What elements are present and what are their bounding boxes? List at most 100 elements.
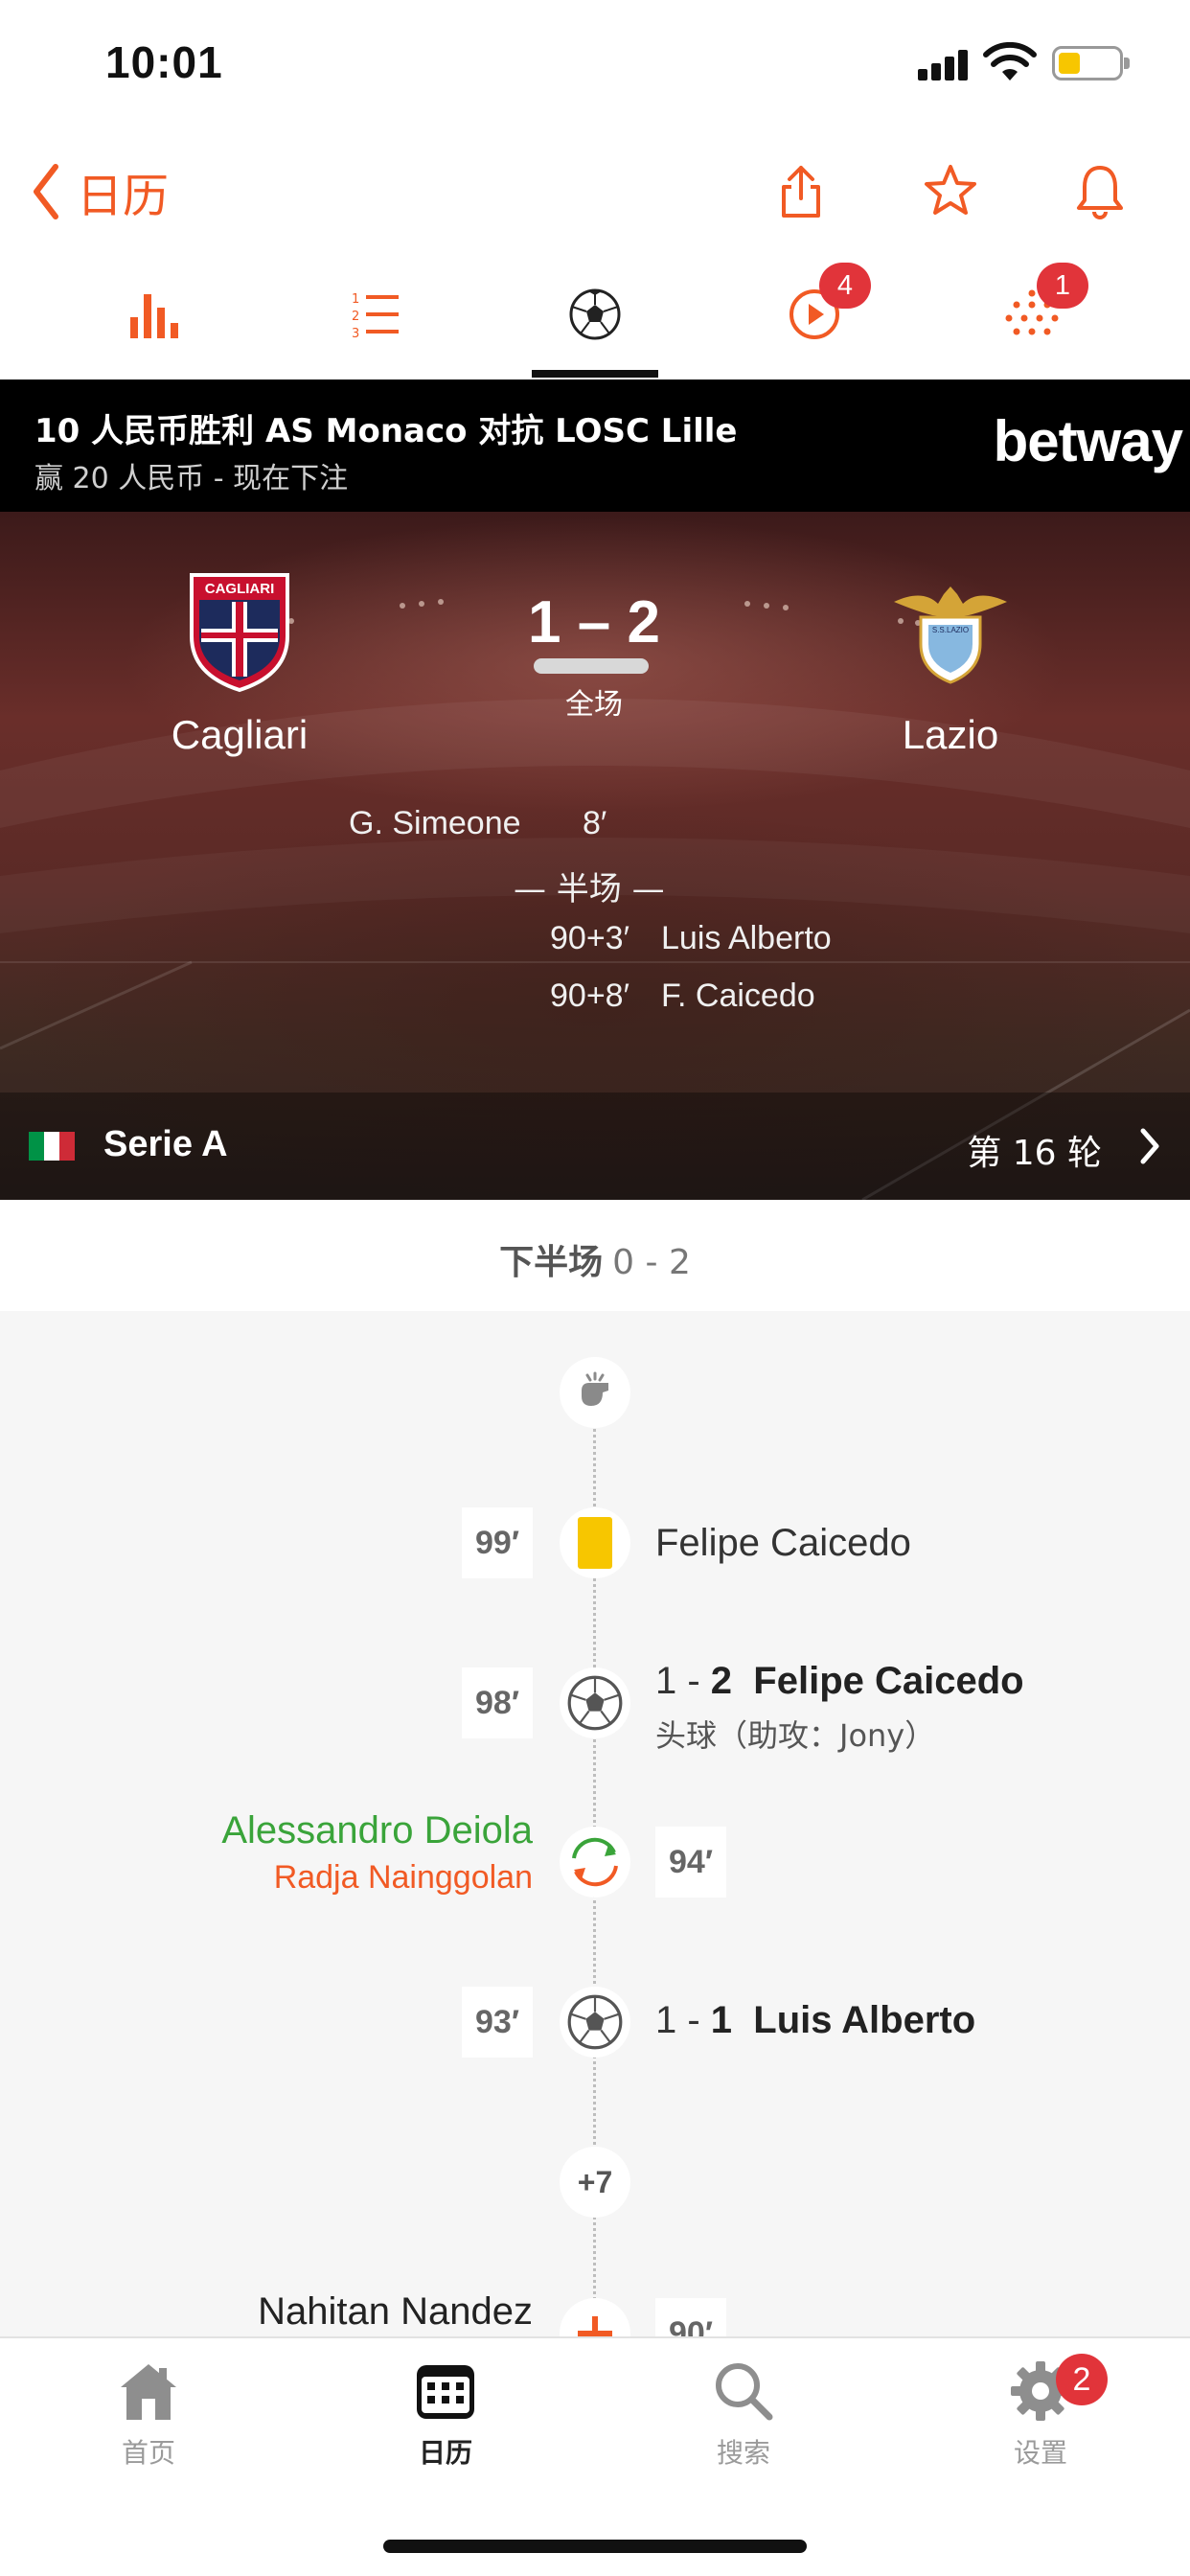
period-score: 0 - 2 bbox=[612, 1243, 691, 1282]
event-minute: 99′ bbox=[462, 1507, 533, 1578]
partial-event-player[interactable]: Nahitan Nandez bbox=[258, 2290, 533, 2334]
bottom-tab-settings[interactable]: 设置 2 bbox=[964, 2354, 1117, 2471]
favorite-button[interactable] bbox=[914, 154, 987, 227]
status-time: 10:01 bbox=[105, 37, 223, 87]
away-goal-1-scorer: Luis Alberto bbox=[661, 920, 832, 956]
period-label: 下半场 bbox=[499, 1243, 604, 1282]
calendar-icon bbox=[417, 2365, 474, 2419]
home-team-name: Cagliari bbox=[171, 712, 309, 757]
bottom-tab-search[interactable]: 搜索 bbox=[667, 2358, 820, 2471]
betway-logo: betway bbox=[993, 409, 1183, 473]
stats-tab[interactable] bbox=[94, 249, 218, 380]
goal-1-line[interactable]: 1 - 1 Luis Alberto bbox=[655, 1999, 975, 2042]
home-goal-scorer: G. Simeone bbox=[349, 805, 521, 841]
home-team[interactable]: CAGLIARI Cagliari bbox=[96, 569, 383, 758]
substitution-icon bbox=[578, 2316, 612, 2336]
period-header: 下半场 0 - 2 bbox=[0, 1200, 1190, 1311]
round-label: 第 16 轮 bbox=[967, 1134, 1102, 1173]
goal-2-score-home: 1 - bbox=[655, 1660, 711, 1702]
standings-tab[interactable]: 1 2 3 bbox=[313, 249, 438, 380]
goal-node bbox=[560, 1668, 630, 1738]
goal-node bbox=[560, 1987, 630, 2058]
soccer-ball-icon bbox=[567, 1994, 623, 2050]
share-button[interactable] bbox=[765, 154, 837, 227]
notifications-button[interactable] bbox=[1064, 154, 1136, 227]
cellular-signal-icon bbox=[918, 48, 970, 80]
lineup-badge: 1 bbox=[1037, 263, 1088, 309]
lineup-tab[interactable]: 1 bbox=[970, 249, 1094, 380]
star-icon bbox=[925, 165, 976, 215]
yellow-card-player[interactable]: Felipe Caicedo bbox=[655, 1522, 911, 1565]
cagliari-crest-icon: CAGLIARI bbox=[190, 573, 289, 693]
away-team-name: Lazio bbox=[902, 712, 999, 757]
wifi-icon bbox=[983, 42, 1037, 80]
match-tab[interactable] bbox=[533, 249, 657, 380]
away-team[interactable]: S.S.LAZIO Lazio bbox=[807, 569, 1094, 758]
active-tab-indicator bbox=[532, 370, 658, 378]
goal-1-scorer: Luis Alberto bbox=[753, 1999, 976, 2041]
goal-2-scorer: Felipe Caicedo bbox=[753, 1660, 1024, 1702]
soccer-ball-icon bbox=[569, 288, 621, 340]
match-header: CAGLIARI Cagliari 1 – 2 全场 S.S.LAZIO Laz… bbox=[0, 512, 1190, 1200]
match-status: 全场 bbox=[565, 688, 623, 722]
video-tab[interactable]: 4 bbox=[752, 249, 877, 380]
home-indicator bbox=[383, 2540, 807, 2553]
show-more-events-button[interactable]: +7 bbox=[560, 2147, 630, 2218]
sub-player-in[interactable]: Alessandro Deiola bbox=[221, 1809, 533, 1852]
bottom-tab-label: 日历 bbox=[418, 2437, 472, 2469]
substitution-node bbox=[560, 1827, 630, 1898]
search-icon bbox=[716, 2363, 773, 2421]
lazio-crest-icon: S.S.LAZIO bbox=[894, 586, 1007, 684]
italy-flag-icon bbox=[29, 1132, 75, 1161]
video-badge: 4 bbox=[819, 263, 871, 309]
yellow-card-node bbox=[560, 1507, 630, 1578]
league-name: Serie A bbox=[103, 1124, 228, 1164]
share-icon bbox=[782, 166, 820, 218]
match-tab-strip: 1 2 3 4 1 bbox=[0, 249, 1190, 380]
bottom-tab-home[interactable]: 首页 bbox=[72, 2358, 225, 2471]
lazio-crest-text: S.S.LAZIO bbox=[932, 626, 969, 634]
ad-subtitle: 赢 20 人民币 - 现在下注 bbox=[34, 462, 349, 495]
event-minute: 94′ bbox=[655, 1827, 726, 1898]
status-bar: 10:01 bbox=[0, 0, 1190, 129]
event-minute: 98′ bbox=[462, 1668, 533, 1738]
svg-text:2: 2 bbox=[352, 310, 359, 324]
event-timeline: 99′ Felipe Caicedo 98′ 1 - 2 Felipe Caic… bbox=[0, 1311, 1190, 2336]
sub-player-out[interactable]: Radja Nainggolan bbox=[274, 1859, 533, 1897]
battery-level-fill bbox=[1059, 53, 1080, 74]
svg-text:1: 1 bbox=[352, 292, 359, 307]
goal-2-score-away: 2 bbox=[710, 1660, 733, 1702]
halftime-separator: — 半场 — bbox=[514, 870, 665, 908]
bottom-tab-label: 搜索 bbox=[716, 2437, 770, 2469]
whistle-icon bbox=[582, 1371, 608, 1406]
league-row[interactable]: Serie A 第 16 轮 bbox=[0, 1092, 1190, 1200]
chevron-left-icon bbox=[34, 164, 58, 219]
bell-icon bbox=[1077, 166, 1123, 219]
settings-badge: 2 bbox=[1056, 2354, 1108, 2405]
home-goal-minute: 8′ bbox=[583, 805, 607, 841]
back-label: 日历 bbox=[77, 170, 170, 223]
back-button[interactable]: 日历 bbox=[31, 153, 169, 230]
match-score: 1 – 2 bbox=[528, 589, 660, 656]
bar-chart-icon bbox=[130, 294, 178, 338]
betting-ad-banner[interactable]: 10 人民币胜利 AS Monaco 对抗 LOSC Lille 赢 20 人民… bbox=[0, 380, 1190, 512]
score-status-bar bbox=[534, 658, 649, 674]
goal-2-line[interactable]: 1 - 2 Felipe Caicedo bbox=[655, 1660, 1024, 1703]
chevron-right-icon bbox=[1140, 1128, 1159, 1164]
event-minute: 93′ bbox=[462, 1987, 533, 2058]
event-minute: 90′ bbox=[655, 2298, 726, 2336]
soccer-ball-icon bbox=[567, 1675, 623, 1731]
away-goal-1-minute: 90+3′ bbox=[550, 920, 629, 956]
partial-event-node bbox=[560, 2298, 630, 2336]
svg-text:3: 3 bbox=[352, 327, 359, 339]
ad-title: 10 人民币胜利 AS Monaco 对抗 LOSC Lille bbox=[34, 412, 738, 450]
ranked-list-icon: 1 2 3 bbox=[352, 292, 399, 339]
bottom-tab-label: 首页 bbox=[121, 2437, 175, 2469]
bottom-tab-label: 设置 bbox=[1013, 2437, 1067, 2469]
goal-2-detail: 头球（助攻：Jony） bbox=[655, 1717, 936, 1754]
substitution-icon bbox=[572, 1837, 618, 1887]
home-icon bbox=[121, 2364, 176, 2420]
bottom-tab-calendar[interactable]: 日历 bbox=[369, 2358, 522, 2471]
away-goal-2-scorer: F. Caicedo bbox=[661, 978, 815, 1014]
yellow-card-icon bbox=[578, 1517, 612, 1569]
